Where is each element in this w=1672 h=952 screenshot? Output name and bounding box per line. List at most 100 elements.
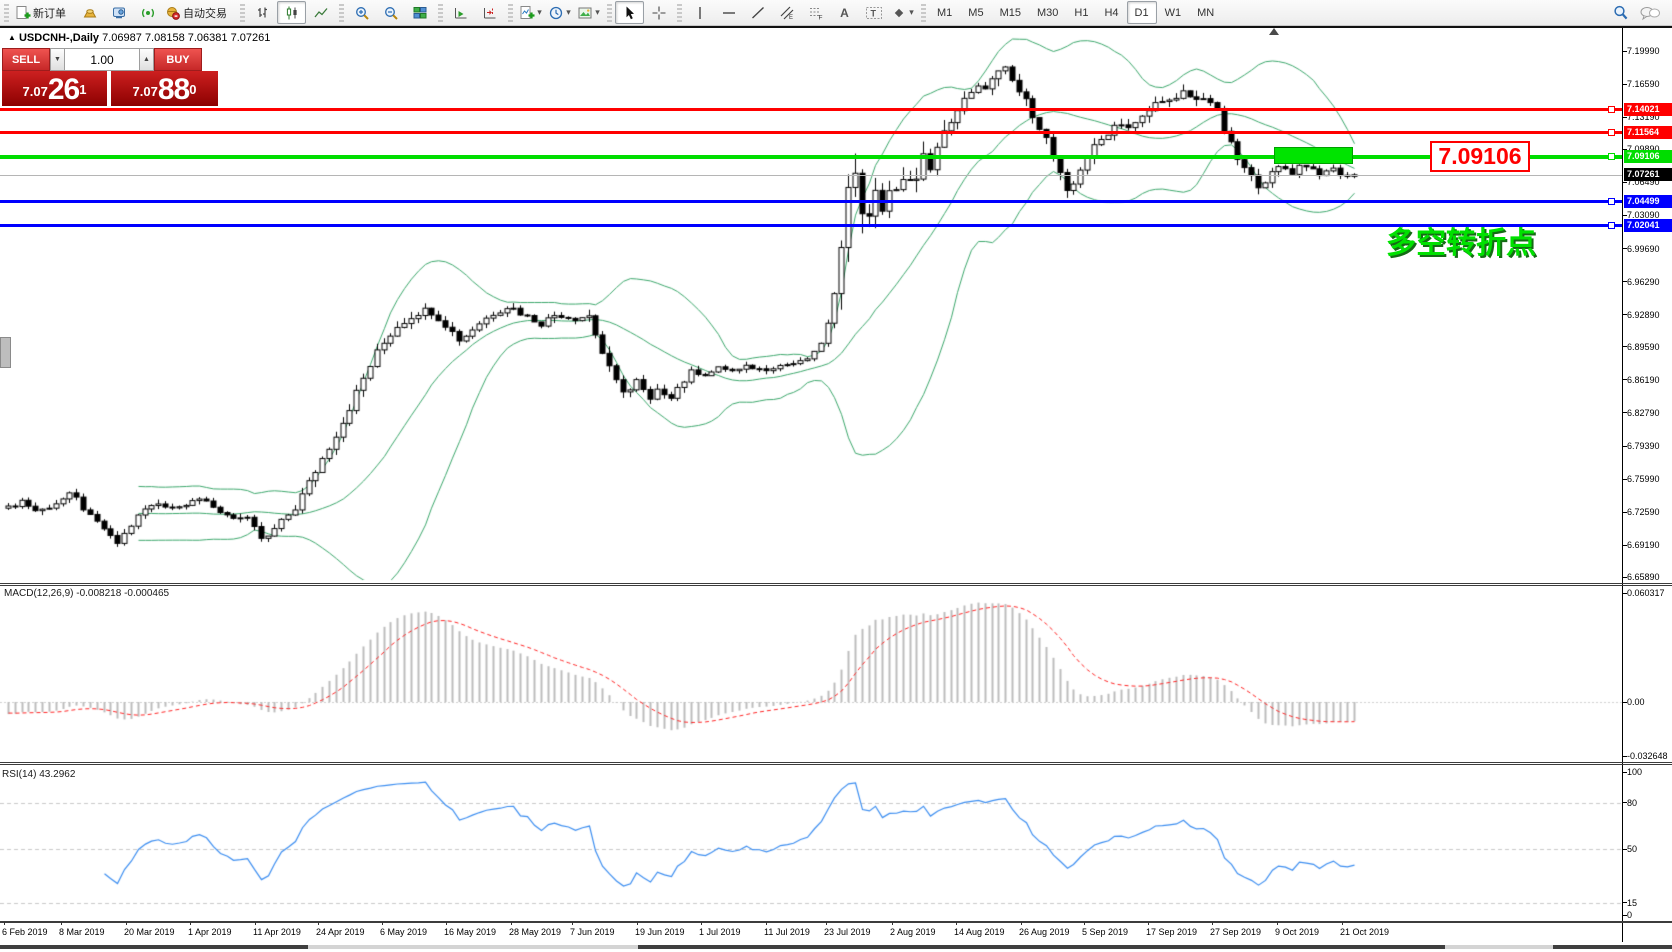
zoom-out-icon [383, 5, 399, 21]
volume-decrease-button[interactable]: ▼ [50, 48, 65, 71]
new-order-button[interactable]: 新订单 [12, 1, 75, 24]
crosshair-icon [651, 5, 667, 21]
periods-button[interactable]: ▾ [545, 1, 574, 24]
line-chart-button[interactable] [306, 1, 335, 24]
turning-point-annotation[interactable]: 多空转折点 [1386, 218, 1536, 262]
timeframe-button-m15[interactable]: M15 [992, 1, 1029, 24]
date-axis-label: 28 May 2019 [509, 927, 561, 937]
panel-separator[interactable] [0, 583, 1672, 584]
level-line-anchor[interactable] [1608, 129, 1615, 136]
sell-price-display[interactable]: 7.07 26 1 [2, 71, 107, 106]
timeframe-button-m5[interactable]: M5 [960, 1, 991, 24]
level-line[interactable] [0, 155, 1622, 159]
arrows-tool-icon [891, 5, 907, 21]
vertical-line-button[interactable] [685, 1, 714, 24]
crosshair-button[interactable] [644, 1, 673, 24]
level-price-tag: 7.04499 [1624, 195, 1672, 208]
level-price-tag: 7.14021 [1624, 103, 1672, 116]
buy-price-display[interactable]: 7.07 88 0 [111, 71, 218, 106]
panel-separator[interactable] [0, 585, 1672, 586]
cursor-button[interactable] [615, 1, 644, 24]
left-edge-scroll-thumb[interactable] [0, 337, 11, 368]
price-axis-tick-label: 6.72590 [1627, 507, 1660, 517]
sell-button[interactable]: SELL [2, 48, 50, 71]
panel-separator[interactable] [0, 764, 1672, 765]
dropdown-caret-icon[interactable]: ▾ [566, 7, 571, 18]
level-line-anchor[interactable] [1608, 222, 1615, 229]
tile-windows-button[interactable] [405, 1, 434, 24]
collapse-arrow-icon[interactable]: ▲ [8, 33, 16, 42]
text-tool-icon: A [840, 6, 849, 20]
horizontal-line-button[interactable] [714, 1, 743, 24]
date-axis-tick-mark [190, 922, 191, 925]
auto-trading-label: 自动交易 [183, 5, 227, 21]
date-axis-tick-mark [511, 922, 512, 925]
templates-button[interactable]: ▾ [574, 1, 603, 24]
text-label-button[interactable]: T [859, 1, 888, 24]
buy-button[interactable]: BUY [154, 48, 202, 71]
date-axis-label: 11 Apr 2019 [253, 927, 301, 937]
equidistant-channel-button[interactable]: E [772, 1, 801, 24]
price-axis-tick-label: 6.65890 [1627, 572, 1660, 582]
arrows-tool-button[interactable]: ▾ [888, 1, 917, 24]
bar-chart-button[interactable] [248, 1, 277, 24]
highlight-zone-rect[interactable] [1274, 147, 1353, 164]
search-button[interactable] [1606, 1, 1635, 24]
fibonacci-icon: F [808, 5, 824, 21]
fibonacci-button[interactable]: F [801, 1, 830, 24]
chart-shift-icon [482, 5, 498, 21]
zoom-in-button[interactable] [347, 1, 376, 24]
toolbar-grip [921, 4, 926, 22]
indicators-button[interactable]: ▾ [516, 1, 545, 24]
sell-price-sup: 1 [79, 71, 86, 109]
date-axis-label: 7 Jun 2019 [570, 927, 615, 937]
text-label-icon: T [865, 5, 883, 21]
date-axis-tick-mark [1148, 922, 1149, 925]
level-line[interactable] [0, 224, 1622, 227]
text-tool-button[interactable]: A [830, 1, 859, 24]
zoom-out-button[interactable] [376, 1, 405, 24]
auto-trading-button[interactable]: 自动交易 [162, 1, 236, 24]
market-watch-button[interactable] [104, 1, 133, 24]
timeframe-button-mn[interactable]: MN [1189, 1, 1222, 24]
volume-increase-button[interactable]: ▲ [139, 48, 154, 71]
date-axis-tick-mark [1342, 922, 1343, 925]
timeframe-button-w1[interactable]: W1 [1157, 1, 1190, 24]
trendline-button[interactable] [743, 1, 772, 24]
timeframe-button-h1[interactable]: H1 [1066, 1, 1096, 24]
level-line[interactable] [0, 108, 1622, 111]
signal-button[interactable] [133, 1, 162, 24]
chat-bubbles-icon [1639, 5, 1661, 21]
timeframe-button-d1[interactable]: D1 [1127, 1, 1157, 24]
rsi-axis-tick-label: 100 [1627, 767, 1642, 777]
level-line[interactable] [0, 131, 1622, 134]
timeframe-button-m1[interactable]: M1 [929, 1, 960, 24]
level-line-anchor[interactable] [1608, 198, 1615, 205]
auto-trading-icon [165, 5, 181, 21]
date-axis-label: 23 Jul 2019 [824, 927, 871, 937]
chat-button[interactable] [1635, 1, 1664, 24]
volume-input[interactable] [65, 48, 139, 71]
candlestick-chart-icon [284, 5, 300, 21]
panel-separator[interactable] [0, 762, 1672, 763]
level-line-anchor[interactable] [1608, 106, 1615, 113]
new-order-icon [15, 5, 31, 21]
chart-shift-button[interactable] [475, 1, 504, 24]
level-line-anchor[interactable] [1608, 153, 1615, 160]
level-callout-box[interactable]: 7.09106 [1430, 141, 1530, 172]
dropdown-caret-icon[interactable]: ▾ [909, 7, 914, 18]
timeframe-button-h4[interactable]: H4 [1096, 1, 1126, 24]
dropdown-caret-icon[interactable]: ▾ [537, 7, 542, 18]
auto-scroll-button[interactable] [446, 1, 475, 24]
candlestick-chart-button[interactable] [277, 1, 306, 24]
current-price-line [0, 175, 1622, 176]
rsi-axis-tick-label: 0 [1627, 910, 1632, 920]
dropdown-caret-icon[interactable]: ▾ [595, 7, 600, 18]
gold-ingot-button[interactable] [75, 1, 104, 24]
svg-text:F: F [818, 14, 822, 21]
price-chart-canvas[interactable] [0, 0, 1672, 952]
price-axis-tick-label: 7.19990 [1627, 46, 1660, 56]
buy-price-big: 88 [158, 75, 189, 105]
level-line[interactable] [0, 200, 1622, 203]
timeframe-button-m30[interactable]: M30 [1029, 1, 1066, 24]
